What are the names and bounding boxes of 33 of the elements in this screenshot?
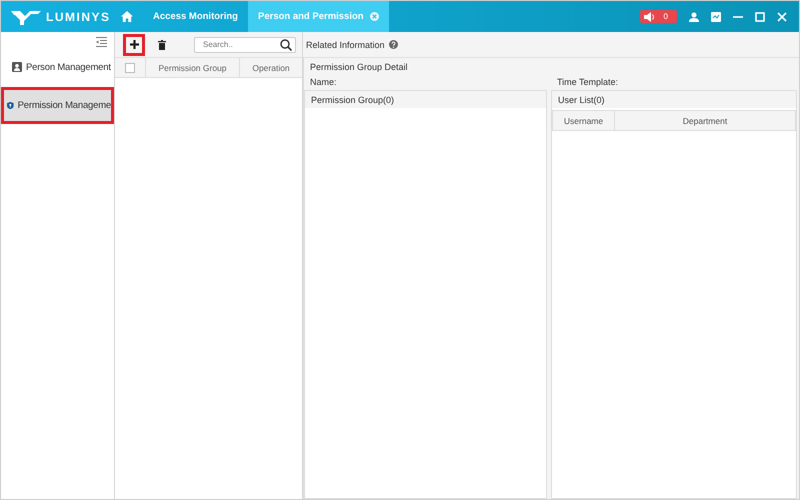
- plus-icon: [130, 40, 138, 49]
- home-icon: [121, 11, 133, 22]
- field-label: Time Template:: [556, 76, 620, 89]
- column-header: Permission Group: [146, 58, 240, 77]
- add-button[interactable]: [123, 34, 145, 56]
- column-header: Username: [553, 111, 615, 130]
- search-icon[interactable]: [280, 38, 292, 50]
- field-label: Name:: [309, 76, 338, 89]
- select-all-checkbox[interactable]: [125, 62, 135, 72]
- panel-title: User List(0): [552, 91, 796, 108]
- column-header: Department: [682, 114, 728, 128]
- help-icon[interactable]: [388, 40, 398, 49]
- close-icon[interactable]: [777, 12, 787, 22]
- logo-icon: [11, 8, 41, 24]
- speaker-icon: [644, 12, 655, 22]
- collapse-menu-icon[interactable]: [96, 37, 107, 47]
- alarm-counter[interactable]: 0: [640, 10, 677, 23]
- search-field[interactable]: Search..: [194, 36, 296, 52]
- monitor-icon[interactable]: [711, 12, 721, 22]
- person-card-icon: [12, 62, 22, 72]
- user-icon[interactable]: [689, 12, 699, 22]
- trash-icon: [158, 40, 166, 50]
- tab[interactable]: Access Monitoring: [143, 1, 248, 32]
- sidebar-item[interactable]: Permission Manageme: [1, 87, 114, 124]
- panel-title: Permission Group(0): [305, 91, 546, 108]
- logo-text: LUMINYS: [46, 10, 110, 24]
- sidebar-item[interactable]: Person Management: [1, 52, 114, 82]
- shield-icon: [7, 100, 14, 111]
- column-header: Operation: [251, 62, 291, 75]
- close-icon[interactable]: [370, 12, 379, 21]
- related-information-label: Related Information: [306, 40, 385, 50]
- section-title: Permission Group Detail: [309, 61, 409, 74]
- maximize-icon[interactable]: [755, 12, 765, 22]
